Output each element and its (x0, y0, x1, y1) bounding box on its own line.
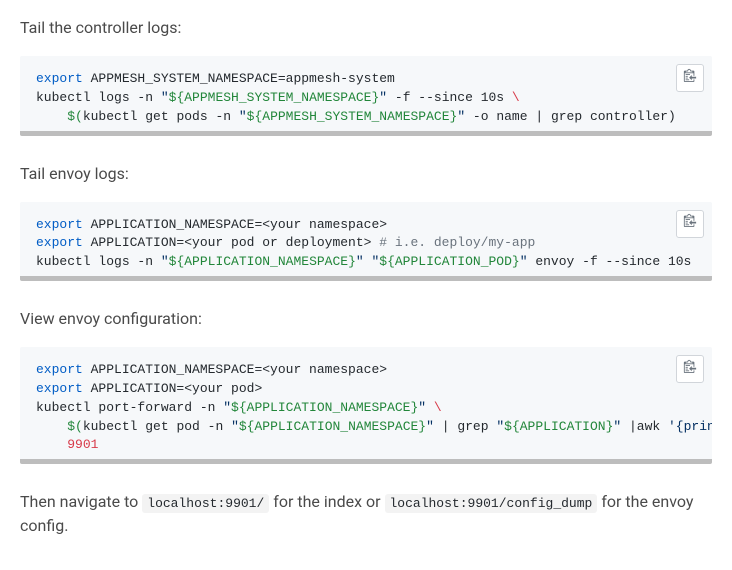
code-line: export APPLICATION_NAMESPACE=<your names… (36, 361, 696, 380)
code-line: export APPLICATION=<your pod> (36, 380, 696, 399)
intro-envoy-config: View envoy configuration: (20, 307, 712, 331)
copy-button[interactable] (676, 64, 704, 92)
code-line: export APPLICATION_NAMESPACE=<your names… (36, 216, 696, 235)
code-line: 9901 (36, 436, 696, 455)
inline-code-url-index: localhost:9901/ (142, 494, 269, 513)
intro-controller-logs: Tail the controller logs: (20, 16, 712, 40)
code-line: kubectl port-forward -n "${APPLICATION_N… (36, 399, 696, 418)
codeblock-envoy-config: export APPLICATION_NAMESPACE=<your names… (20, 347, 712, 464)
code-line: export APPLICATION=<your pod or deployme… (36, 234, 696, 253)
code-line: $(kubectl get pods -n "${APPMESH_SYSTEM_… (36, 108, 696, 127)
intro-envoy-logs: Tail envoy logs: (20, 162, 712, 186)
code-line: export APPMESH_SYSTEM_NAMESPACE=appmesh-… (36, 70, 696, 89)
clipboard-icon (683, 68, 697, 89)
inline-code-url-config: localhost:9901/config_dump (385, 494, 598, 513)
copy-button[interactable] (676, 210, 704, 238)
codeblock-envoy-logs: export APPLICATION_NAMESPACE=<your names… (20, 202, 712, 282)
code-line: kubectl logs -n "${APPMESH_SYSTEM_NAMESP… (36, 89, 696, 108)
codeblock-controller-logs: export APPMESH_SYSTEM_NAMESPACE=appmesh-… (20, 56, 712, 136)
code-line: kubectl logs -n "${APPLICATION_NAMESPACE… (36, 253, 696, 272)
code-line: $(kubectl get pod -n "${APPLICATION_NAME… (36, 418, 696, 437)
clipboard-icon (683, 359, 697, 380)
nav-instruction: Then navigate to localhost:9901/ for the… (20, 490, 712, 538)
copy-button[interactable] (676, 355, 704, 383)
clipboard-icon (683, 213, 697, 234)
